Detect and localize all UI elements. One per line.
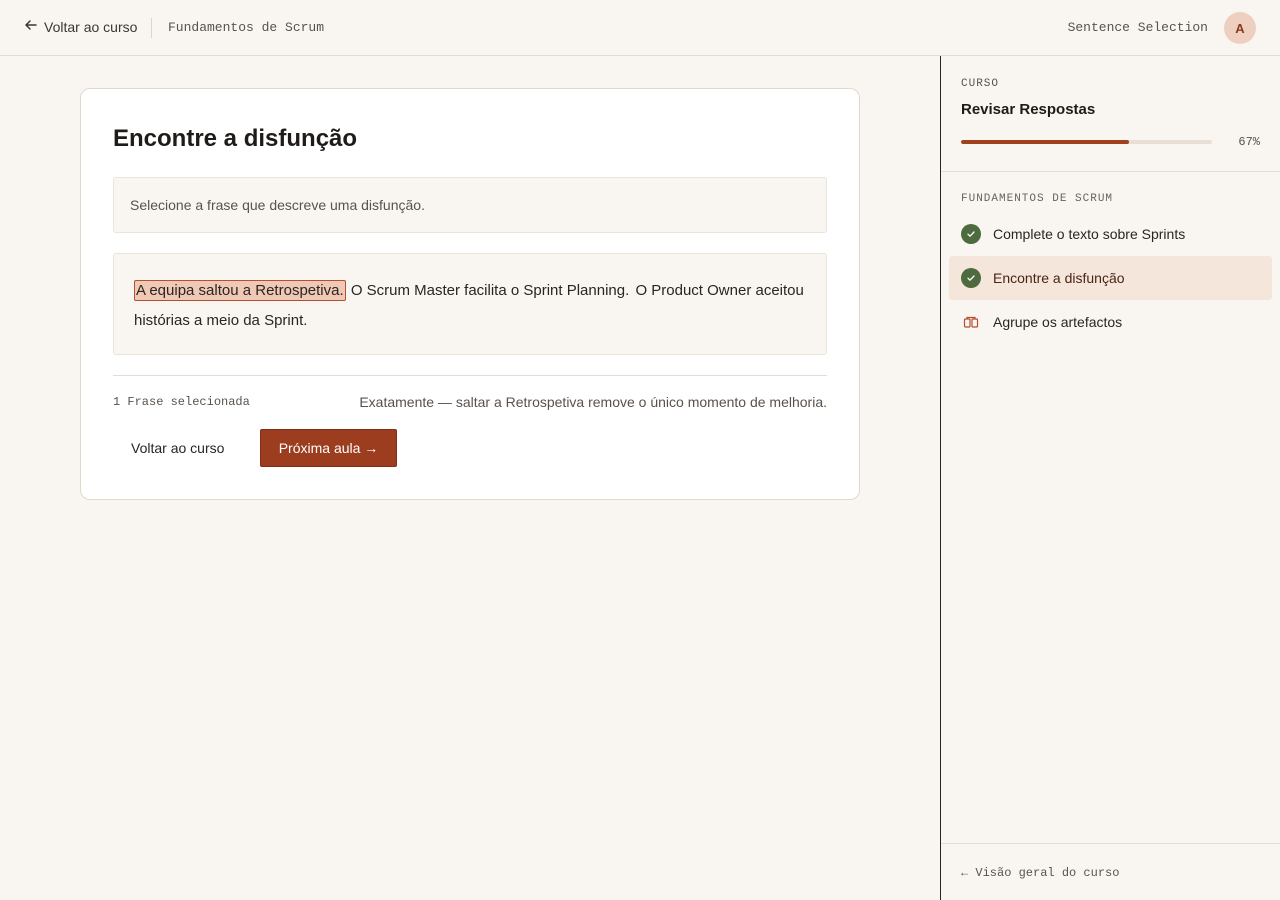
sidebar-divider [941, 171, 1280, 172]
sidebar-section-title: FUNDAMENTOS DE SCRUM [961, 193, 1114, 205]
next-lesson-button[interactable]: Próxima aula → [260, 429, 397, 467]
check-icon [961, 268, 981, 288]
selection-count: 1 Frase selecionada [113, 395, 250, 409]
sidebar-title: Revisar Respostas [961, 101, 1096, 118]
instruction-box: Selecione a frase que descreve uma disfu… [113, 177, 827, 233]
lesson-label: Encontre a disfunção [993, 270, 1125, 286]
sidebar-lesson-find-dysfunction[interactable]: Encontre a disfunção [949, 256, 1272, 300]
sentence-2[interactable]: O Scrum Master facilita o Sprint Plannin… [350, 281, 630, 300]
back-to-course-link[interactable]: Voltar ao curso [24, 18, 137, 35]
feedback-message: Exatamente — saltar a Retrospetiva remov… [359, 394, 827, 410]
back-link-label: Voltar ao curso [44, 18, 138, 35]
exercise-card: Encontre a disfunção Selecione a frase q… [80, 88, 860, 500]
course-overview-link[interactable]: ← Visão geral do curso [961, 866, 1119, 880]
progress-fill [961, 140, 1130, 144]
exercise-mode-label: Sentence Selection [1067, 20, 1208, 35]
progress-percent: 67% [1238, 135, 1260, 149]
sentence-1[interactable]: A equipa saltou a Retrospetiva. [134, 280, 346, 301]
sentence-passage: A equipa saltou a Retrospetiva. O Scrum … [113, 253, 827, 355]
card-divider [113, 375, 827, 376]
header-divider [151, 18, 152, 38]
sidebar-lesson-group-artifacts[interactable]: Agrupe os artefactos [949, 300, 1272, 344]
course-breadcrumb: Fundamentos de Scrum [168, 20, 325, 35]
sidebar-lesson-complete-text[interactable]: Complete o texto sobre Sprints [949, 212, 1272, 256]
progress-bar [961, 140, 1212, 144]
back-to-course-button[interactable]: Voltar ao curso [113, 429, 242, 467]
group-cards-icon [961, 312, 981, 332]
lesson-label: Agrupe os artefactos [993, 314, 1123, 330]
exercise-title: Encontre a disfunção [113, 125, 358, 152]
arrow-left-icon [24, 18, 38, 35]
course-sidebar: CURSO Revisar Respostas 67% FUNDAMENTOS … [940, 56, 1280, 900]
lesson-label: Complete o texto sobre Sprints [993, 226, 1186, 242]
sidebar-footer-divider [941, 843, 1280, 844]
top-bar: Voltar ao curso Fundamentos de Scrum Sen… [0, 0, 1280, 56]
check-icon [961, 224, 981, 244]
sidebar-kicker: CURSO [961, 78, 1000, 90]
avatar[interactable]: A [1224, 12, 1256, 44]
